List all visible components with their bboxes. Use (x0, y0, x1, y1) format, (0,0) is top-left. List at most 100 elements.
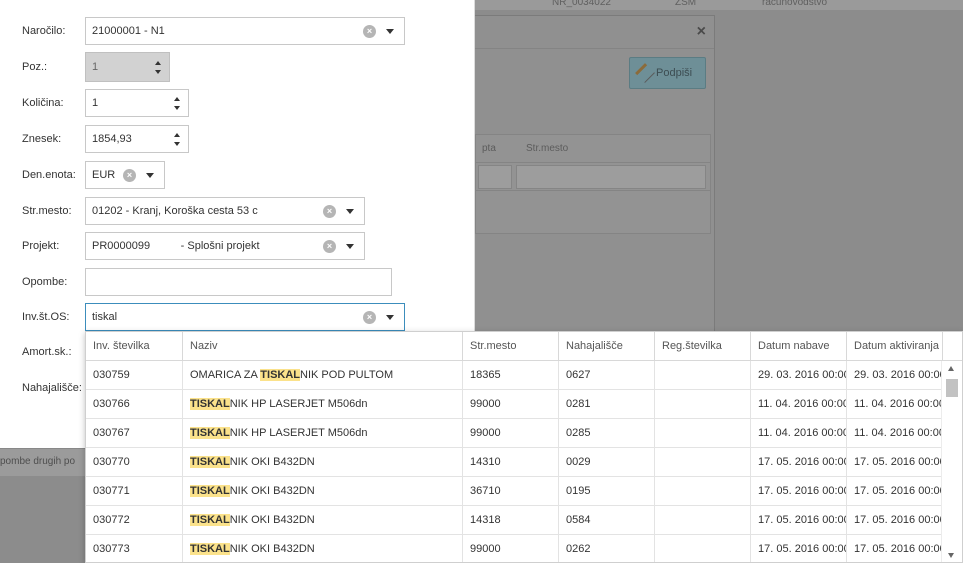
dropdown-body: 030759 OMARICA ZA TISKALNIK POD PULTOM 183… (86, 361, 943, 562)
cell-inv-stevilka: 030772 (86, 506, 183, 535)
clear-icon[interactable]: × (123, 168, 136, 182)
cell-naziv: OMARICA ZA TISKALNIK POD PULTOM (183, 361, 463, 390)
narocilo-combobox[interactable]: 21000001 - N1 × (85, 17, 405, 45)
cell-inv-stevilka: 030773 (86, 535, 183, 562)
chevron-down-icon[interactable] (346, 243, 354, 249)
table-row[interactable]: 030772 TISKALNIK OKI B432DN 14318 0584 17. 0… (86, 506, 943, 535)
kolicina-stepper[interactable]: 1 (85, 89, 189, 117)
table-row[interactable]: 030759 OMARICA ZA TISKALNIK POD PULTOM 183… (86, 361, 943, 390)
table-row[interactable]: 030773 TISKALNIK OKI B432DN 99000 0262 17. 0… (86, 535, 943, 562)
table-row[interactable]: 030771 TISKALNIK OKI B432DN 36710 0195 17. 0… (86, 477, 943, 506)
clear-icon[interactable]: × (323, 204, 336, 218)
cell-nahajalisce: 0262 (559, 535, 655, 562)
background-filter-cell (478, 165, 512, 189)
search-highlight: TISKAL (190, 485, 230, 497)
nahajalisce-label: Nahajališče: (22, 382, 82, 394)
cell-naziv: TISKALNIK OKI B432DN (183, 535, 463, 562)
cell-nahajalisce: 0029 (559, 448, 655, 477)
cell-str-mesto: 14310 (463, 448, 559, 477)
column-header-nahajalisce[interactable]: Nahajališče (559, 332, 655, 361)
dropdown-header: Inv. številka Naziv Str.mesto Nahajališč… (86, 332, 962, 361)
background-left-strip: pombe drugih po (0, 448, 90, 476)
cell-naziv: TISKALNIK HP LASERJET M506dn (183, 419, 463, 448)
naziv-suffix: NIK POD PULTOM (300, 369, 394, 381)
znesek-stepper[interactable]: 1854,93 (85, 125, 189, 153)
projekt-combobox[interactable]: PR0000099 - Splošni projekt × (85, 232, 365, 260)
inv-st-os-value: tiskal (92, 311, 118, 323)
cell-inv-stevilka: 030759 (86, 361, 183, 390)
den-enota-combobox[interactable]: EUR × (85, 161, 165, 189)
cell-nahajalisce: 0584 (559, 506, 655, 535)
cell-reg-stevilka (655, 361, 751, 390)
scroll-thumb[interactable] (946, 379, 958, 397)
kolicina-label: Količina: (22, 97, 64, 109)
cell-naziv: TISKALNIK OKI B432DN (183, 477, 463, 506)
table-row[interactable]: 030767 TISKALNIK HP LASERJET M506dn 99000 0… (86, 419, 943, 448)
clear-icon[interactable]: × (363, 24, 376, 38)
projekt-value: PR0000099 - Splošni projekt (92, 240, 260, 252)
search-highlight: TISKAL (190, 514, 230, 526)
cell-str-mesto: 14318 (463, 506, 559, 535)
cell-reg-stevilka (655, 506, 751, 535)
background-cell: ZSM (675, 0, 697, 8)
naziv-suffix: NIK OKI B432DN (229, 543, 315, 555)
poz-value: 1 (92, 61, 99, 73)
scroll-up-icon[interactable] (948, 366, 954, 371)
column-header-naziv[interactable]: Naziv (183, 332, 463, 361)
cell-reg-stevilka (655, 535, 751, 562)
sign-button-label: Podpiši (656, 67, 693, 79)
cell-datum-aktiviranja: 29. 03. 2016 00:00:00 (847, 361, 943, 390)
search-highlight: TISKAL (190, 456, 230, 468)
cell-nahajalisce: 0195 (559, 477, 655, 506)
column-header-datum-nabave[interactable]: Datum nabave (751, 332, 847, 361)
poz-stepper: 1 (85, 52, 170, 82)
cell-naziv: TISKALNIK OKI B432DN (183, 448, 463, 477)
table-row[interactable]: 030766 TISKALNIK HP LASERJET M506dn 99000 0… (86, 390, 943, 419)
dropdown-scrollbar[interactable] (941, 361, 962, 562)
sign-button[interactable]: Podpiši (629, 57, 706, 89)
inv-st-os-dropdown: Inv. številka Naziv Str.mesto Nahajališč… (85, 331, 963, 563)
chevron-down-icon[interactable] (386, 28, 394, 34)
background-grid: pta Str.mesto (475, 134, 711, 234)
spinner-icon (147, 53, 169, 81)
spinner-icon[interactable] (166, 90, 188, 116)
opombe-input[interactable] (85, 268, 392, 296)
str-mesto-combobox[interactable]: 01202 - Kranj, Koroška cesta 53 c × (85, 197, 365, 225)
inv-st-os-combobox[interactable]: tiskal × (85, 303, 405, 331)
cell-str-mesto: 99000 (463, 535, 559, 562)
chevron-down-icon[interactable] (146, 172, 154, 178)
naziv-suffix: NIK OKI B432DN (229, 514, 315, 526)
close-icon[interactable]: × (697, 23, 706, 41)
cell-datum-nabave: 17. 05. 2016 00:00:00 (751, 477, 847, 506)
cell-datum-nabave: 17. 05. 2016 00:00:00 (751, 506, 847, 535)
column-header-datum-aktiviranja[interactable]: Datum aktiviranja (847, 332, 943, 361)
chevron-down-icon[interactable] (386, 314, 394, 320)
spinner-icon[interactable] (166, 126, 188, 152)
background-grid-filter-row (476, 163, 710, 191)
scroll-down-icon[interactable] (948, 553, 954, 558)
background-dialog-header: × (459, 16, 714, 49)
column-header-str-mesto[interactable]: Str.mesto (463, 332, 559, 361)
search-highlight: TISKAL (190, 427, 230, 439)
cell-reg-stevilka (655, 390, 751, 419)
clear-icon[interactable]: × (363, 310, 376, 324)
chevron-down-icon[interactable] (346, 208, 354, 214)
background-grid-header: pta Str.mesto (476, 135, 710, 163)
narocilo-value: 21000001 - N1 (92, 25, 165, 37)
table-row[interactable]: 030770 TISKALNIK OKI B432DN 14310 0029 17. 0… (86, 448, 943, 477)
background-grid-column: Str.mesto (526, 143, 569, 154)
opombe-label: Opombe: (22, 276, 68, 288)
cell-datum-aktiviranja: 11. 04. 2016 00:00:00 (847, 390, 943, 419)
cell-nahajalisce: 0627 (559, 361, 655, 390)
cell-naziv: TISKALNIK HP LASERJET M506dn (183, 390, 463, 419)
column-header-inv-stevilka[interactable]: Inv. številka (86, 332, 183, 361)
cell-inv-stevilka: 030770 (86, 448, 183, 477)
naziv-suffix: NIK HP LASERJET M506dn (229, 427, 368, 439)
cell-datum-aktiviranja: 17. 05. 2016 00:00:00 (847, 477, 943, 506)
cell-naziv: TISKALNIK OKI B432DN (183, 506, 463, 535)
cell-datum-aktiviranja: 11. 04. 2016 00:00:00 (847, 419, 943, 448)
cell-reg-stevilka (655, 477, 751, 506)
str-mesto-label: Str.mesto: (22, 205, 72, 217)
column-header-reg-stevilka[interactable]: Reg.številka (655, 332, 751, 361)
clear-icon[interactable]: × (323, 239, 336, 253)
